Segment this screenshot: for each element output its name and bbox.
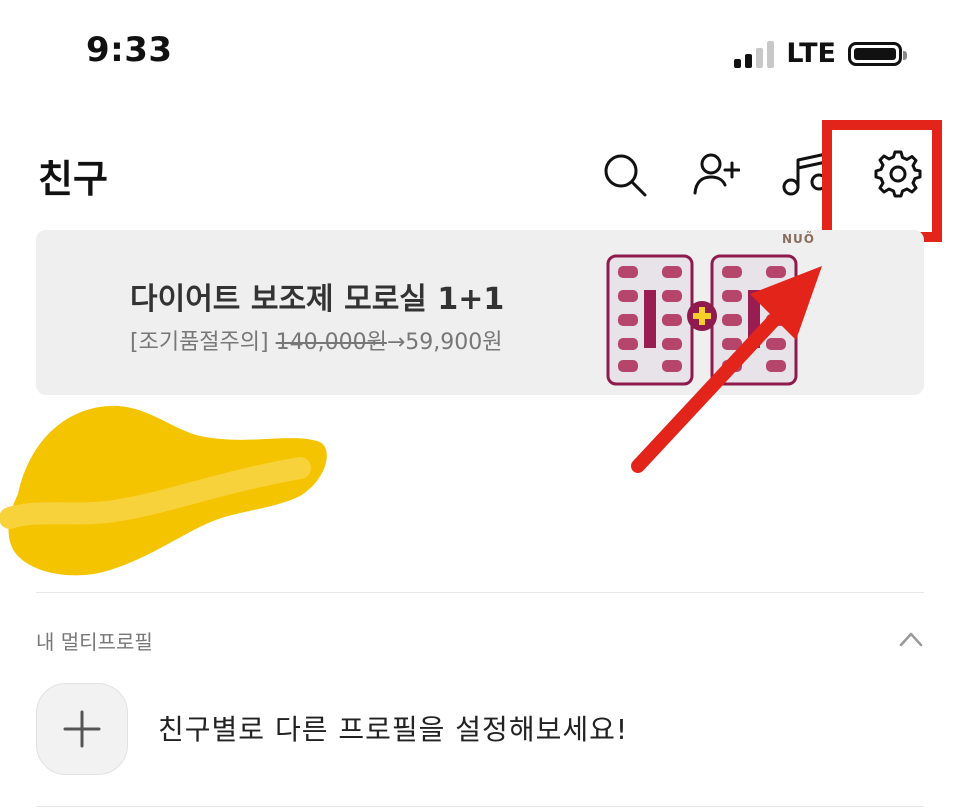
banner-description: [조기품절주의] 140,000원→59,900원 <box>130 324 502 356</box>
divider <box>36 592 924 593</box>
section-title-multi-profile: 내 멀티프로필 <box>36 630 153 654</box>
chevron-up-icon[interactable] <box>898 628 924 650</box>
status-time: 9:33 <box>86 30 173 70</box>
annotation-arrow <box>631 266 822 473</box>
banner-arrow: → <box>386 330 406 355</box>
banner-old-price: 140,000원 <box>275 330 387 355</box>
add-multi-profile-button[interactable] <box>36 683 128 775</box>
add-friend-icon[interactable] <box>692 150 740 198</box>
battery-icon <box>848 41 907 66</box>
add-multi-profile-label[interactable]: 친구별로 다른 프로필을 설정해보세요! <box>158 708 628 748</box>
brand-logo: NUÕ <box>782 232 815 246</box>
network-type: LTE <box>786 38 836 69</box>
divider <box>36 806 924 807</box>
banner-desc-prefix: [조기품절주의] <box>130 330 276 355</box>
profile-redaction-scribble <box>0 405 327 576</box>
signal-icon <box>734 40 775 68</box>
search-icon[interactable] <box>600 150 648 198</box>
banner-title: 다이어트 보조제 모로실 1+1 <box>130 282 505 317</box>
plus-icon <box>63 710 101 748</box>
status-indicators: LTE <box>734 38 907 69</box>
settings-highlight-box <box>822 120 942 242</box>
page-title: 친구 <box>38 157 108 201</box>
banner-new-price: 59,900원 <box>405 330 503 355</box>
